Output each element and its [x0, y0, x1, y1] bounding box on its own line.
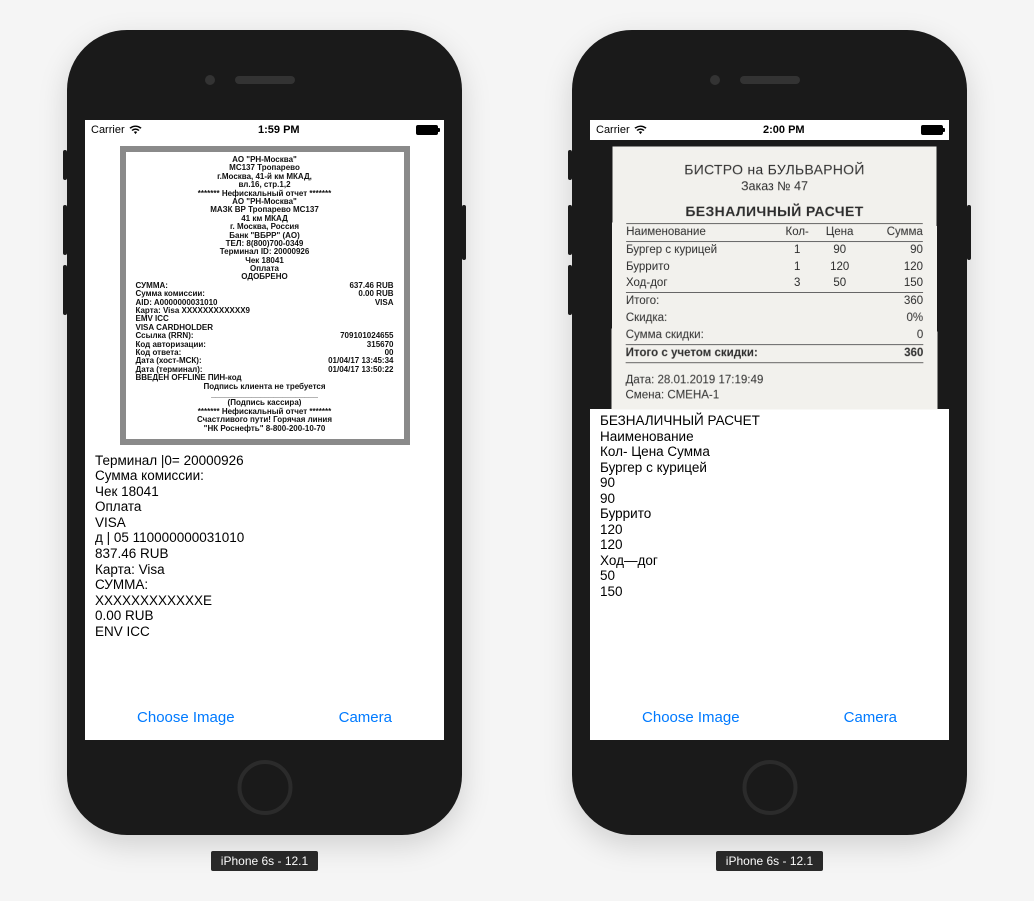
receipt-photo: БИСТРО на БУЛЬВАРНОЙ Заказ № 47 БЕЗНАЛИЧ… — [611, 147, 937, 410]
status-bar: Carrier 1:59 PM — [85, 120, 444, 140]
ocr-line: ENV ICC — [95, 624, 434, 640]
carrier-label: Carrier — [91, 124, 125, 136]
receipt-image-area: БИСТРО на БУЛЬВАРНОЙ Заказ № 47 БЕЗНАЛИЧ… — [590, 140, 949, 409]
ocr-line: 120 — [600, 537, 939, 553]
col-qty: Кол- — [778, 223, 817, 241]
table-row: Буррито1120120 — [626, 259, 923, 276]
front-camera — [710, 75, 720, 85]
ocr-line: 150 — [600, 584, 939, 600]
volume-down — [568, 265, 572, 315]
receipt-table: Наименование Кол- Цена Сумма Бургер с ку… — [626, 223, 924, 364]
wifi-icon — [129, 125, 142, 135]
ocr-line: Бургер с курицей — [600, 460, 939, 476]
total-label: Итого: — [626, 293, 863, 310]
device-left: Carrier 1:59 PM АО "РН-Москва"МС137 Троп… — [67, 30, 462, 871]
receipt-image-area: АО "РН-Москва"МС137 Тропаревог.Москва, 4… — [85, 140, 444, 449]
ocr-line: Сумма комиссии: — [95, 468, 434, 484]
shift-label: Смена: — [625, 389, 664, 401]
ocr-line: 837.46 RUB — [95, 546, 434, 562]
ocr-line: Карта: Visa — [95, 562, 434, 578]
ocr-line: БЕЗНАЛИЧНЫЙ РАСЧЕТ — [600, 413, 939, 429]
power-button — [967, 205, 971, 260]
receipt-footer: Подпись клиента не требуется____________… — [136, 383, 394, 433]
col-sum: Сумма — [863, 223, 923, 241]
ocr-line: Чек 18041 — [95, 484, 434, 500]
final-value: 360 — [863, 345, 923, 363]
carrier-label: Carrier — [596, 124, 630, 136]
date-label: Дата: — [626, 374, 655, 386]
ocr-output[interactable]: БЕЗНАЛИЧНЫЙ РАСЧЕТНаименованиеКол- Цена … — [590, 409, 949, 699]
shift-value: СМЕНА-1 — [667, 389, 719, 401]
power-button — [462, 205, 466, 260]
ocr-line: VISA — [95, 515, 434, 531]
col-name: Наименование — [626, 223, 778, 241]
ocr-line: 120 — [600, 522, 939, 538]
choose-image-button[interactable]: Choose Image — [137, 709, 235, 726]
ocr-line: 90 — [600, 491, 939, 507]
ocr-line: Оплата — [95, 499, 434, 515]
discount-value: 0% — [863, 310, 923, 327]
clock: 2:00 PM — [763, 124, 805, 136]
receipt-cashless: БЕЗНАЛИЧНЫЙ РАСЧЕТ — [626, 203, 923, 221]
device-label: iPhone 6s - 12.1 — [211, 851, 318, 871]
total-value: 360 — [863, 293, 923, 310]
discount-sum-label: Сумма скидки: — [626, 327, 863, 344]
table-row: Ход-дог350150 — [626, 275, 923, 292]
receipt-line: "НК Роснефть" 8-800-200-10-70 — [136, 425, 394, 433]
final-label: Итого с учетом скидки: — [626, 345, 863, 363]
home-button[interactable] — [742, 760, 797, 815]
receipt-scan: АО "РН-Москва"МС137 Тропаревог.Москва, 4… — [120, 146, 410, 445]
speaker-grille — [740, 76, 800, 84]
camera-button[interactable]: Camera — [844, 709, 897, 726]
wifi-icon — [634, 125, 647, 135]
status-bar: Carrier 2:00 PM — [590, 120, 949, 140]
ocr-line: ХХХХХХХХХХХХЕ — [95, 593, 434, 609]
discount-label: Скидка: — [626, 310, 863, 327]
camera-button[interactable]: Camera — [339, 709, 392, 726]
mute-switch — [568, 150, 572, 180]
phone-frame: Carrier 2:00 PM БИСТРО на БУЛЬВАРНОЙ Зак… — [572, 30, 967, 835]
battery-icon — [921, 125, 943, 135]
speaker-grille — [235, 76, 295, 84]
ocr-line: Кол- Цена Сумма — [600, 444, 939, 460]
button-bar: Choose Image Camera — [590, 699, 949, 740]
mute-switch — [63, 150, 67, 180]
screen: Carrier 1:59 PM АО "РН-Москва"МС137 Троп… — [85, 120, 444, 740]
table-row: Бургер с курицей19090 — [626, 241, 923, 258]
receipt-body: СУММА:637.46 RUBСумма комиссии:0.00 RUBA… — [136, 282, 394, 383]
front-camera — [205, 75, 215, 85]
receipt-row: Карта: Visa XXXXXXXXXXXX9 — [136, 307, 394, 315]
receipt-order: Заказ № 47 — [626, 178, 922, 194]
ocr-line: Терминал |0= 20000926 — [95, 453, 434, 469]
receipt-header: АО "РН-Москва"МС137 Тропаревог.Москва, 4… — [136, 156, 394, 282]
date-value: 28.01.2019 17:19:49 — [658, 374, 764, 386]
ocr-line: д | 05 110000000031010 — [95, 530, 434, 546]
phone-frame: Carrier 1:59 PM АО "РН-Москва"МС137 Троп… — [67, 30, 462, 835]
ocr-line: СУММА: — [95, 577, 434, 593]
ocr-line: Наименование — [600, 429, 939, 445]
ocr-output[interactable]: Терминал |0= 20000926Сумма комиссии:Чек … — [85, 449, 444, 699]
clock: 1:59 PM — [258, 124, 300, 136]
button-bar: Choose Image Camera — [85, 699, 444, 740]
home-button[interactable] — [237, 760, 292, 815]
device-label: iPhone 6s - 12.1 — [716, 851, 823, 871]
ocr-line: 90 — [600, 475, 939, 491]
receipt-title: БИСТРО на БУЛЬВАРНОЙ — [626, 160, 922, 178]
battery-icon — [416, 125, 438, 135]
ocr-line: 50 — [600, 568, 939, 584]
ocr-line: Буррито — [600, 506, 939, 522]
col-price: Цена — [817, 223, 863, 241]
choose-image-button[interactable]: Choose Image — [642, 709, 740, 726]
volume-down — [63, 265, 67, 315]
ocr-line: 0.00 RUB — [95, 608, 434, 624]
volume-up — [63, 205, 67, 255]
volume-up — [568, 205, 572, 255]
ocr-line: Ход—дог — [600, 553, 939, 569]
screen: Carrier 2:00 PM БИСТРО на БУЛЬВАРНОЙ Зак… — [590, 120, 949, 740]
device-right: Carrier 2:00 PM БИСТРО на БУЛЬВАРНОЙ Зак… — [572, 30, 967, 871]
discount-sum-value: 0 — [863, 327, 923, 344]
